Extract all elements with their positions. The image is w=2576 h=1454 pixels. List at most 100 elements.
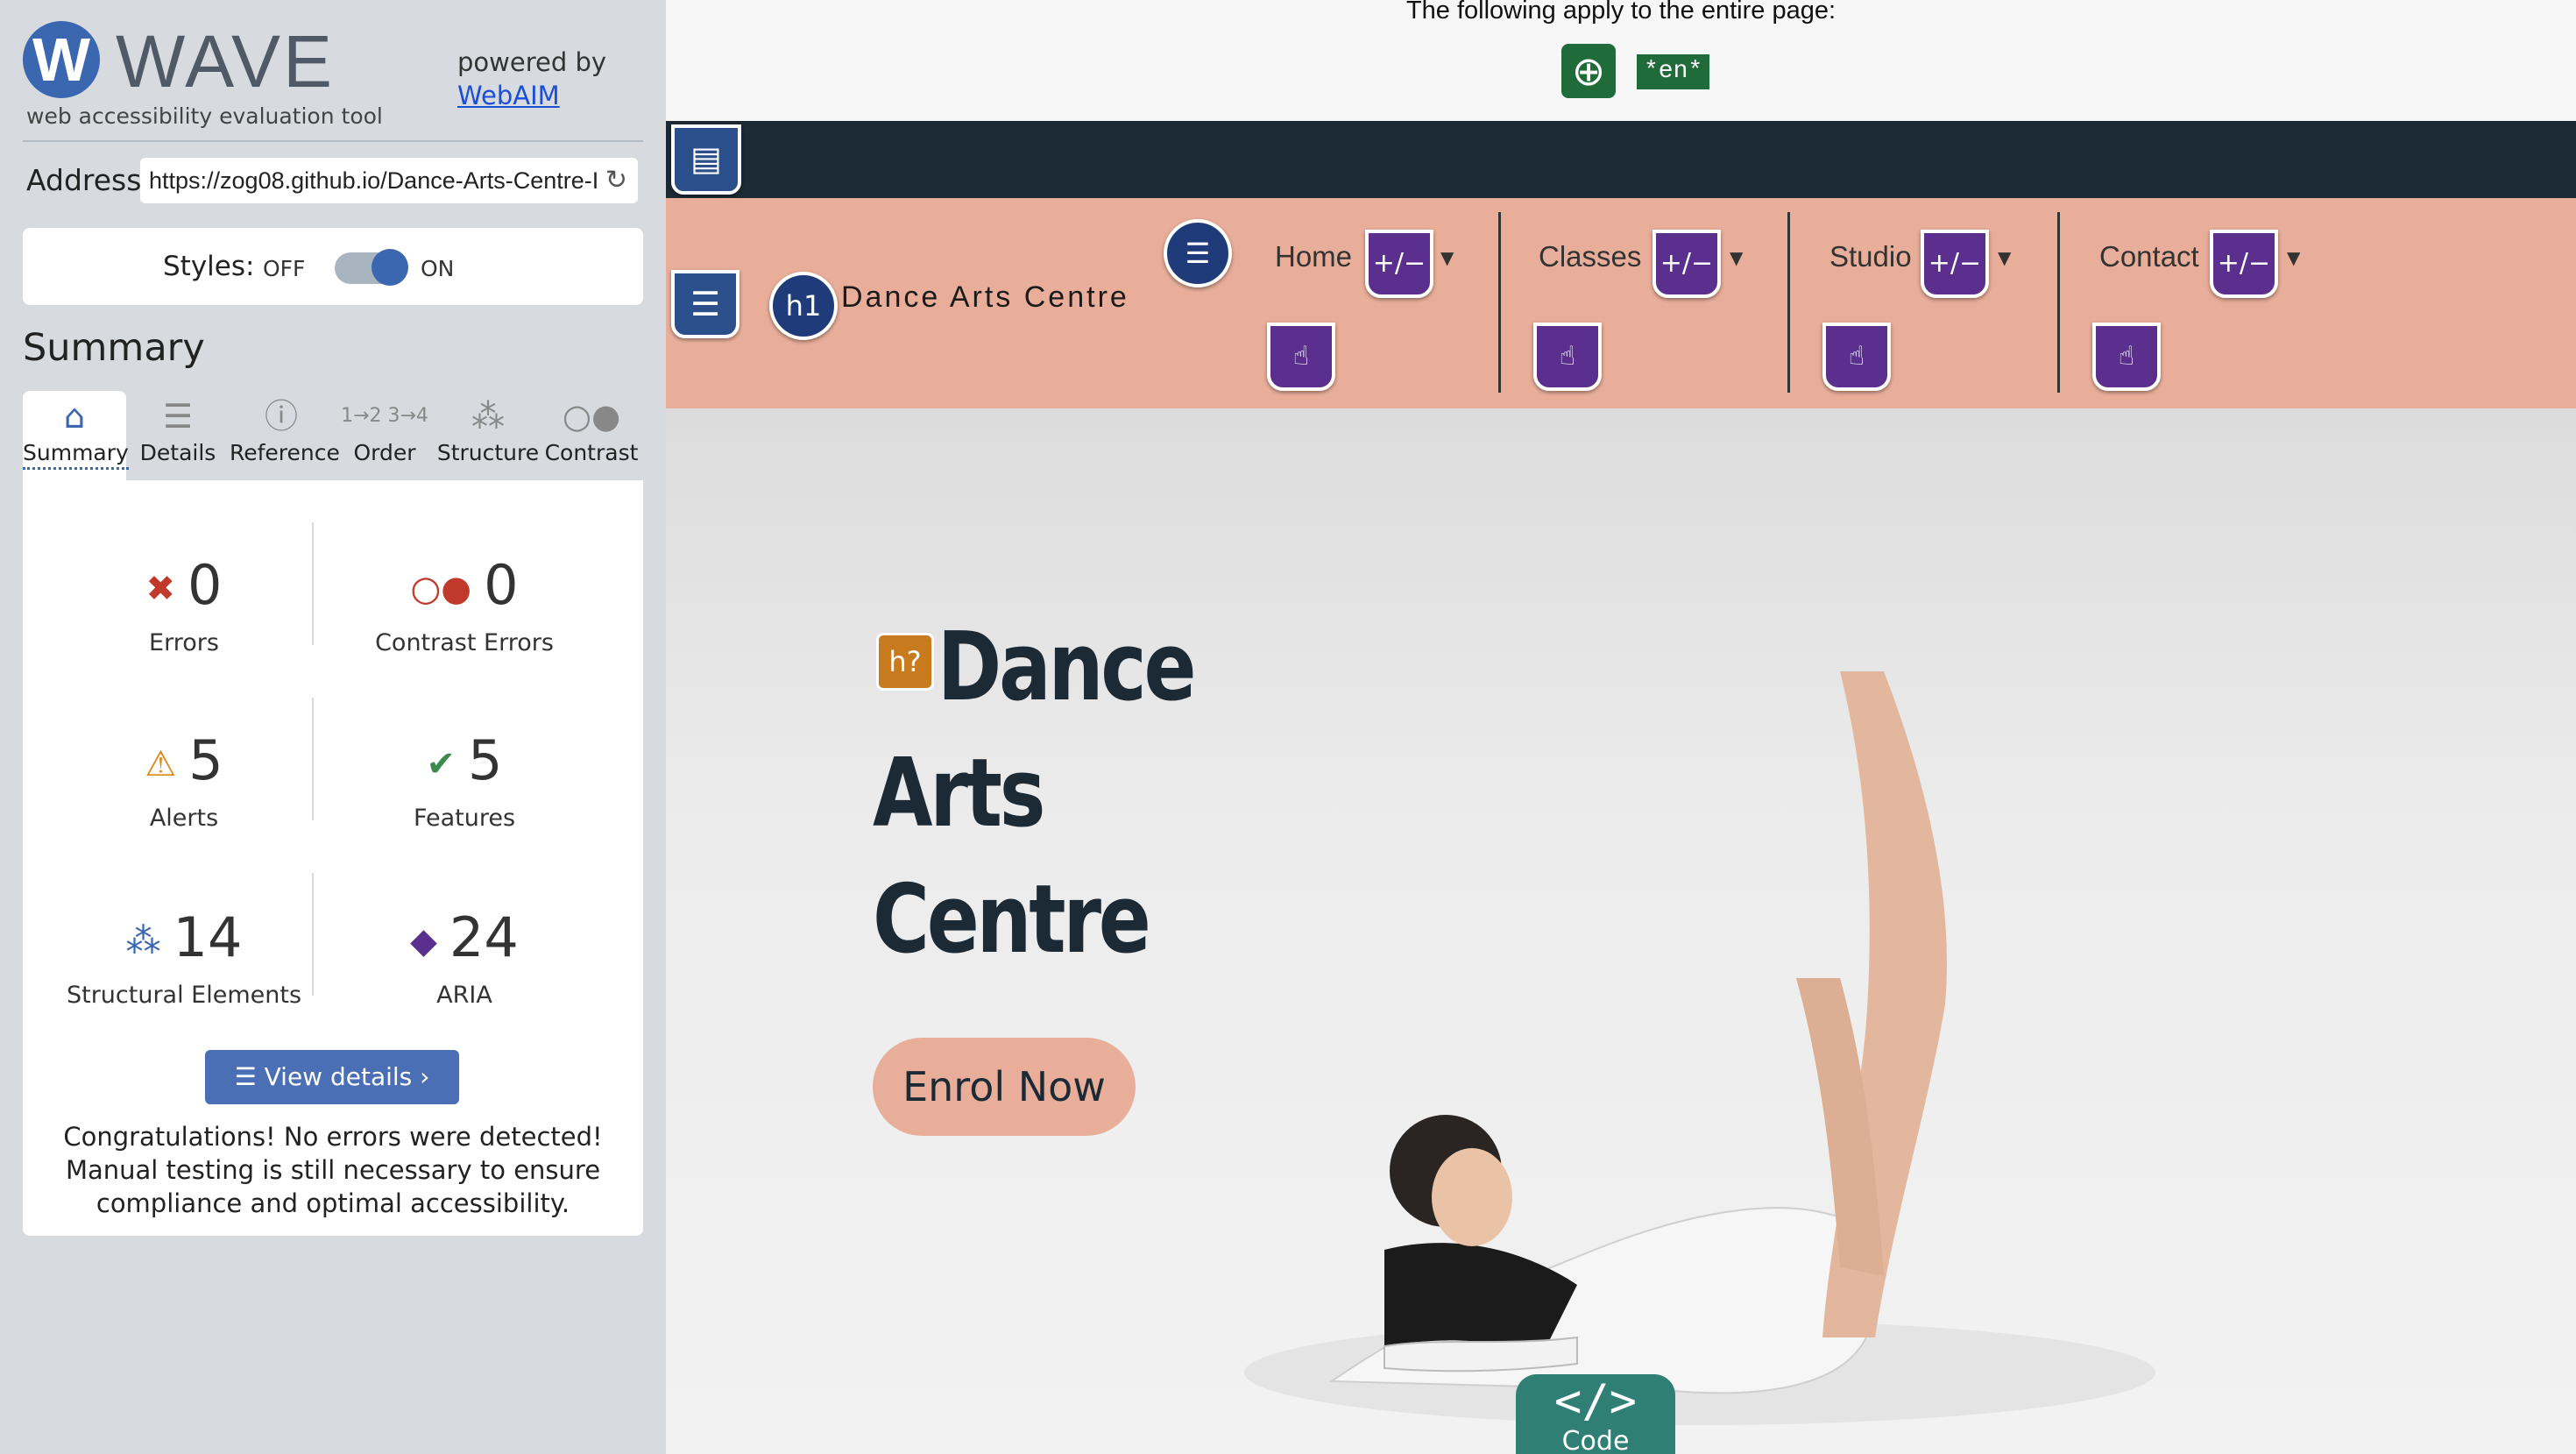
structural-count: 14 [173, 905, 243, 969]
wave-subtitle: web accessibility evaluation tool [26, 103, 383, 129]
home-icon: ⌂ [63, 397, 86, 436]
chevron-down-icon[interactable]: ▼ [1998, 247, 2011, 268]
powered-by-text: powered by [457, 47, 607, 77]
errors-label: Errors [149, 628, 219, 656]
congrats-message: Congratulations! No errors were detected… [63, 1122, 603, 1218]
tab-label: Structure [436, 440, 540, 465]
aria-button-icon[interactable]: ☝ [2092, 323, 2161, 391]
styles-on-label: ON [421, 256, 455, 281]
summary-heading: Summary [23, 326, 205, 370]
nav-divider [1787, 212, 1790, 393]
language-badge[interactable]: *en* [1637, 54, 1710, 89]
feature-icon: ✔ [426, 743, 456, 784]
contrast-icon: ○● [562, 397, 621, 436]
divider [23, 140, 643, 142]
aria-expanded-icon[interactable]: +/− [1365, 230, 1433, 298]
aria-label: ARIA [436, 981, 492, 1009]
wave-title: WAVE [116, 20, 336, 103]
structure-icon: ⁂ [125, 920, 161, 961]
aria-button-icon[interactable]: ☝ [1533, 323, 1602, 391]
nav-divider [1498, 212, 1501, 393]
contrast-errors-count: 0 [484, 553, 519, 617]
nav-contact[interactable]: Contact [2099, 240, 2199, 273]
tab-details[interactable]: ☰ Details [126, 391, 230, 480]
chevron-down-icon[interactable]: ▼ [1440, 247, 1454, 268]
tab-order[interactable]: 1→2 3→4 Order [333, 391, 436, 480]
aria-expanded-icon[interactable]: +/− [2210, 230, 2278, 298]
structural-label: Structural Elements [66, 981, 302, 1009]
alerts-count: 5 [188, 728, 223, 792]
enrol-now-button[interactable]: Enrol Now [873, 1038, 1136, 1136]
tab-label: Details [139, 440, 216, 465]
view-details-button[interactable]: ☰ View details › [205, 1050, 459, 1104]
address-input[interactable]: https://zog08.github.io/Dance-Arts-Centr… [140, 158, 638, 203]
tab-summary[interactable]: ⌂ Summary [23, 391, 129, 480]
aria-button-icon[interactable]: ☝ [1822, 323, 1891, 391]
nav-studio[interactable]: Studio [1829, 240, 1912, 273]
toggle-knob [372, 249, 408, 286]
chevron-down-icon[interactable]: ▼ [1730, 247, 1743, 268]
alert-icon: ⚠ [145, 743, 177, 784]
page-level-notice: The following apply to the entire page: … [666, 0, 2576, 121]
list-icon[interactable]: ☰ [1164, 219, 1232, 287]
aria-expanded-icon[interactable]: +/− [1921, 230, 1989, 298]
stat-errors: ✖ 0 Errors [44, 550, 324, 656]
address-value: https://zog08.github.io/Dance-Arts-Centr… [149, 167, 599, 194]
tab-label: Order [353, 440, 416, 465]
list-icon: ☰ [234, 1062, 265, 1091]
tab-label: Contrast [544, 440, 639, 465]
hero-heading-line: Dance [937, 613, 1197, 722]
code-label: Code [1561, 1426, 1630, 1454]
code-icon: </> [1554, 1375, 1637, 1428]
reload-icon[interactable]: ↻ [605, 158, 627, 203]
view-details-label: View details › [264, 1062, 430, 1091]
order-icon: 1→2 3→4 [341, 405, 428, 427]
evaluated-page: The following apply to the entire page: … [666, 0, 2576, 1454]
stat-features: ✔ 5 Features [324, 726, 605, 832]
globe-icon[interactable]: ⊕ [1561, 44, 1616, 98]
stat-contrast-errors: ○● 0 Contrast Errors [324, 550, 605, 656]
tab-reference[interactable]: ⓘ Reference [230, 391, 340, 480]
navigation-landmark-icon[interactable]: ☰ [671, 270, 740, 338]
tab-label: Reference [230, 440, 340, 465]
webaim-link[interactable]: WebAIM [457, 79, 606, 112]
wave-sidebar: W WAVE web accessibility evaluation tool… [0, 0, 666, 1454]
contrast-error-icon: ○● [410, 568, 472, 609]
chevron-down-icon[interactable]: ▼ [2287, 247, 2300, 268]
hero-heading-line: Centre [873, 865, 1151, 975]
nav-home[interactable]: Home [1275, 240, 1352, 273]
nav-divider [2057, 212, 2060, 393]
contrast-errors-label: Contrast Errors [375, 628, 554, 656]
h1-icon[interactable]: h1 [769, 272, 838, 340]
aria-icon: ◆ [410, 920, 437, 961]
hero-heading: Dance Arts Centre [873, 605, 1197, 983]
features-count: 5 [468, 728, 503, 792]
top-dark-bar: ▤ [666, 121, 2576, 198]
features-label: Features [413, 804, 516, 832]
aria-button-icon[interactable]: ☝ [1267, 323, 1335, 391]
landmark-icon[interactable]: ▤ [671, 124, 741, 195]
site-title[interactable]: Dance Arts Centre [841, 280, 1129, 315]
aria-count: 24 [449, 905, 519, 969]
powered-by: powered by WebAIM [457, 46, 606, 112]
tab-structure[interactable]: ⁂ Structure [436, 391, 540, 480]
hero-heading-line: Arts [873, 739, 1045, 848]
structure-icon: ⁂ [471, 397, 505, 436]
wave-logo-icon: W [23, 21, 100, 98]
alerts-label: Alerts [149, 804, 219, 832]
stat-structural: ⁂ 14 Structural Elements [44, 903, 324, 1009]
stat-alerts: ⚠ 5 Alerts [44, 726, 324, 832]
page-level-notice-text: The following apply to the entire page: [1405, 0, 1836, 25]
nav-classes[interactable]: Classes [1539, 240, 1641, 273]
aria-expanded-icon[interactable]: +/− [1652, 230, 1721, 298]
tab-contrast[interactable]: ○● Contrast [540, 391, 643, 480]
styles-toggle[interactable] [335, 249, 408, 286]
code-toggle-button[interactable]: </> Code [1516, 1374, 1675, 1454]
errors-count: 0 [188, 553, 223, 617]
styles-off-label: OFF [263, 256, 306, 281]
error-icon: ✖ [145, 568, 176, 609]
stat-aria: ◆ 24 ARIA [324, 903, 605, 1009]
tab-bar: ⌂ Summary ☰ Details ⓘ Reference 1→2 3→4 … [23, 391, 643, 480]
list-icon: ☰ [162, 397, 194, 436]
summary-panel: ✖ 0 Errors ○● 0 Contrast Errors ⚠ 5 Alerts … [23, 480, 643, 1236]
